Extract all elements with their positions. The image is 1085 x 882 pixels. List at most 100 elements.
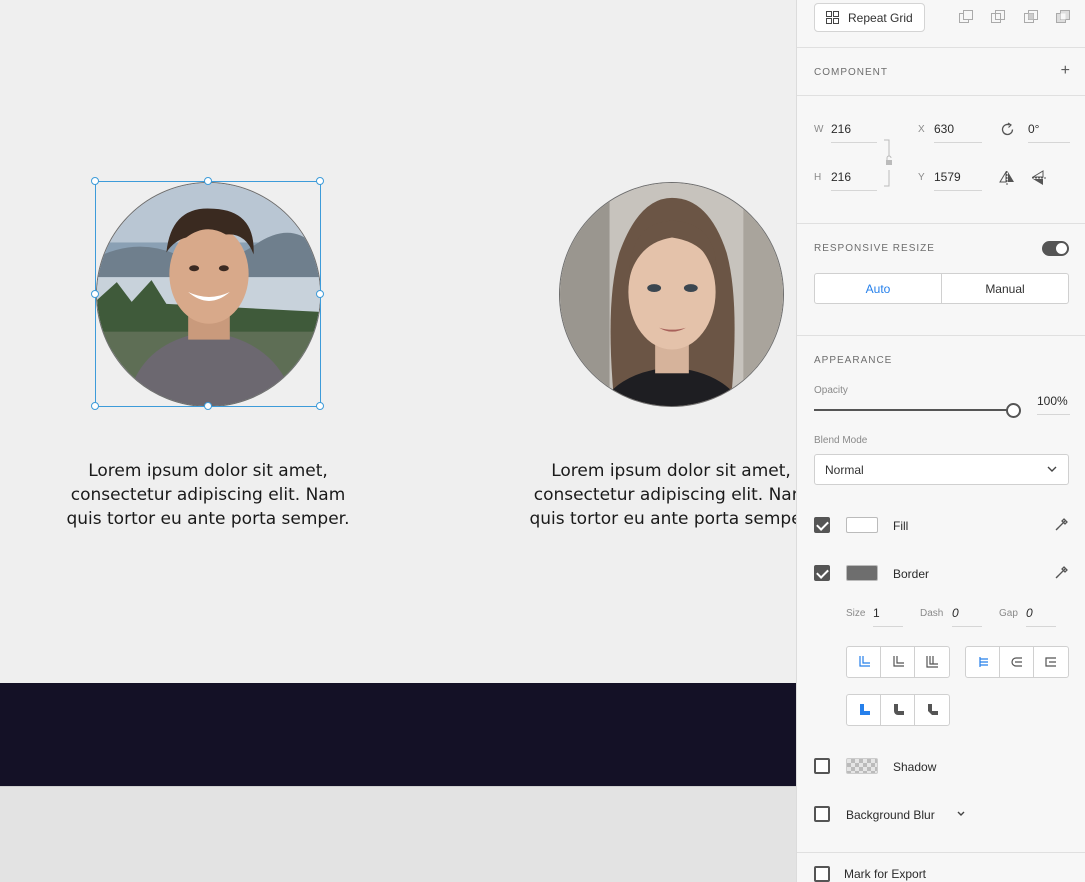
- chevron-down-icon[interactable]: [956, 809, 966, 819]
- stroke-outer-icon: [926, 656, 938, 668]
- stroke-alignment-group: [846, 646, 950, 678]
- resize-handle-bottom-right[interactable]: [316, 402, 324, 410]
- join-miter-icon: [859, 704, 870, 715]
- avatar-image-woman[interactable]: [559, 182, 784, 407]
- component-title: COMPONENT: [814, 67, 888, 78]
- man-portrait-image: [97, 183, 320, 406]
- border-size-label: Size: [846, 608, 866, 619]
- join-miter-button[interactable]: [847, 695, 881, 725]
- y-label: Y: [918, 172, 925, 183]
- border-gap-input[interactable]: 0: [1026, 606, 1056, 627]
- cap-round-button[interactable]: [1000, 647, 1034, 677]
- fill-color-swatch[interactable]: [846, 517, 878, 533]
- x-input[interactable]: 630: [934, 122, 982, 143]
- stroke-inner-icon: [858, 656, 870, 667]
- background-blur-checkbox[interactable]: [814, 806, 830, 822]
- blend-mode-label: Blend Mode: [814, 435, 868, 446]
- stroke-center-icon: [892, 656, 904, 667]
- caption-2-line-1: Lorem ipsum dolor sit amet,: [551, 461, 791, 481]
- caption-1-line-2: consectetur adipiscing elit. Nam: [70, 485, 346, 505]
- stroke-center-button[interactable]: [881, 647, 915, 677]
- cap-square-button[interactable]: [1034, 647, 1068, 677]
- border-dash-input[interactable]: 0: [952, 606, 982, 627]
- repeat-grid-button[interactable]: Repeat Grid: [814, 3, 925, 32]
- repeat-grid-section: Repeat Grid: [797, 0, 1085, 48]
- property-inspector: Repeat Grid COMPONENT + W 216 X 630 0° H…: [796, 0, 1085, 882]
- join-bevel-icon: [928, 704, 938, 715]
- boolean-exclude-icon[interactable]: [1056, 10, 1070, 24]
- auto-mode-button[interactable]: Auto: [815, 274, 942, 303]
- join-round-button[interactable]: [881, 695, 915, 725]
- mark-for-export-checkbox[interactable]: [814, 866, 830, 882]
- resize-handle-bottom-left[interactable]: [91, 402, 99, 410]
- rotation-input[interactable]: 0°: [1028, 122, 1070, 143]
- shadow-label: Shadow: [893, 760, 937, 774]
- opacity-input[interactable]: 100%: [1037, 394, 1070, 415]
- lock-aspect-icon[interactable]: [883, 138, 895, 188]
- opacity-slider-thumb[interactable]: [1006, 403, 1021, 418]
- border-size-input[interactable]: 1: [873, 606, 903, 627]
- add-component-icon[interactable]: +: [1061, 62, 1070, 80]
- cap-butt-icon: [978, 657, 988, 667]
- caption-1-line-3: quis tortor eu ante porta semper.: [66, 509, 350, 529]
- boolean-subtract-icon[interactable]: [991, 10, 1005, 24]
- x-label: X: [918, 124, 925, 135]
- border-eyedropper-icon[interactable]: [1055, 565, 1069, 579]
- background-blur-label: Background Blur: [846, 808, 935, 822]
- fill-eyedropper-icon[interactable]: [1055, 517, 1069, 531]
- width-label: W: [814, 124, 824, 135]
- stroke-inner-button[interactable]: [847, 647, 881, 677]
- caption-1-line-1: Lorem ipsum dolor sit amet,: [88, 461, 328, 481]
- stroke-outer-button[interactable]: [915, 647, 949, 677]
- border-label: Border: [893, 567, 930, 581]
- caption-text-1[interactable]: Lorem ipsum dolor sit amet, consectetur …: [48, 459, 368, 531]
- dark-footer-band: [0, 683, 796, 786]
- shadow-color-swatch[interactable]: [846, 758, 878, 774]
- transform-section: W 216 X 630 0° H 216 Y 1579: [797, 96, 1085, 224]
- opacity-slider-track[interactable]: [814, 409, 1010, 411]
- pasteboard-area: [0, 786, 796, 882]
- border-checkbox[interactable]: [814, 565, 830, 581]
- border-dash-label: Dash: [920, 608, 944, 619]
- flip-horizontal-icon[interactable]: [999, 171, 1015, 185]
- responsive-resize-toggle[interactable]: [1042, 241, 1069, 256]
- woman-portrait-image: [560, 183, 783, 406]
- rotate-icon: [1001, 122, 1014, 136]
- blend-mode-value: Normal: [825, 462, 864, 477]
- join-bevel-button[interactable]: [915, 695, 949, 725]
- resize-handle-top-right[interactable]: [316, 177, 324, 185]
- height-input[interactable]: 216: [831, 170, 877, 191]
- stroke-join-group: [846, 694, 950, 726]
- boolean-intersect-icon[interactable]: [1024, 10, 1038, 24]
- repeat-grid-icon: [826, 11, 839, 24]
- width-input[interactable]: 216: [831, 122, 877, 143]
- design-canvas[interactable]: Lorem ipsum dolor sit amet, consectetur …: [0, 0, 796, 882]
- divider: [797, 852, 1085, 853]
- caption-2-line-2: consectetur adipiscing elit. Nam: [533, 485, 796, 505]
- boolean-add-icon[interactable]: [959, 10, 973, 24]
- opacity-label: Opacity: [814, 385, 848, 396]
- blend-mode-dropdown[interactable]: Normal: [814, 454, 1069, 485]
- avatar-image-man[interactable]: [96, 182, 321, 407]
- stroke-cap-group: [965, 646, 1069, 678]
- responsive-resize-title: RESPONSIVE RESIZE: [814, 243, 935, 254]
- repeat-grid-label: Repeat Grid: [848, 10, 913, 25]
- appearance-title: APPEARANCE: [814, 355, 893, 366]
- chevron-down-icon: [1047, 466, 1057, 472]
- border-color-swatch[interactable]: [846, 565, 878, 581]
- manual-mode-button[interactable]: Manual: [942, 274, 1068, 303]
- fill-label: Fill: [893, 519, 909, 533]
- y-input[interactable]: 1579: [934, 170, 982, 191]
- resize-handle-top-left[interactable]: [91, 177, 99, 185]
- shadow-checkbox[interactable]: [814, 758, 830, 774]
- cap-round-icon: [1010, 657, 1022, 667]
- flip-vertical-icon[interactable]: [1032, 170, 1046, 186]
- height-label: H: [814, 172, 822, 183]
- fill-checkbox[interactable]: [814, 517, 830, 533]
- cap-square-icon: [1045, 657, 1056, 667]
- caption-text-2[interactable]: Lorem ipsum dolor sit amet, consectetur …: [511, 459, 796, 531]
- cap-butt-button[interactable]: [966, 647, 1000, 677]
- resize-mode-segmented-control: Auto Manual: [814, 273, 1069, 304]
- mark-for-export-label: Mark for Export: [844, 867, 927, 881]
- join-round-icon: [893, 704, 904, 715]
